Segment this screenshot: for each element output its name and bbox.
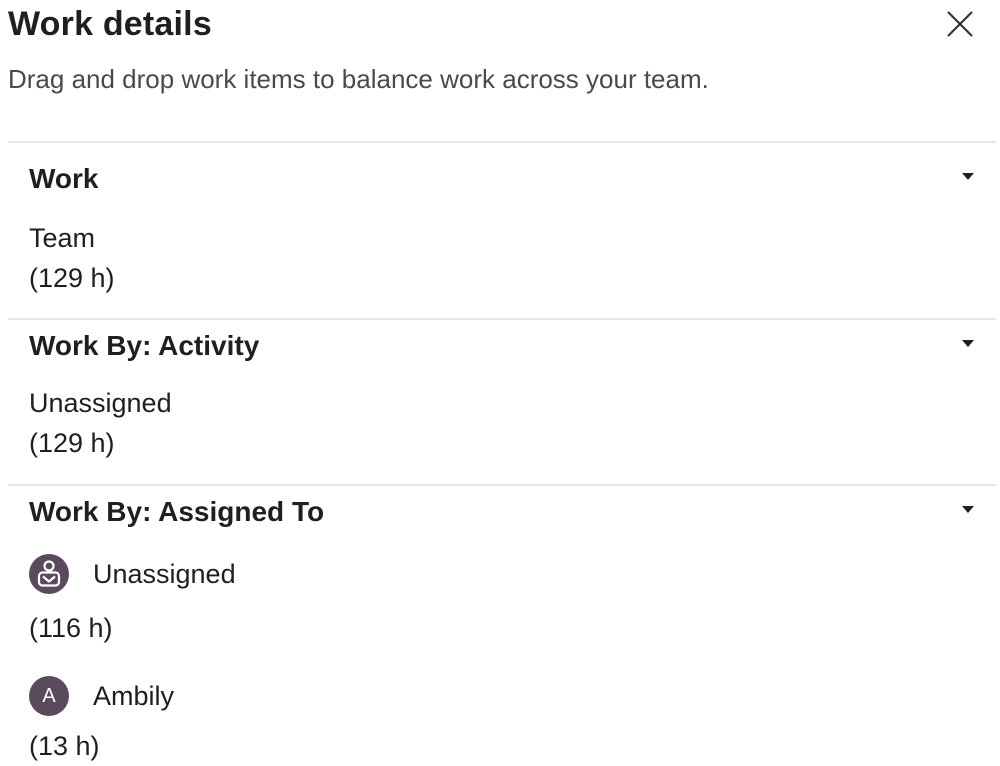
assignee-name: Ambily (93, 681, 175, 711)
section-divider (8, 318, 996, 320)
activity-item-hours: (129 h) (29, 428, 115, 458)
panel-title: Work details (8, 5, 212, 43)
section-header-activity[interactable]: Work By: Activity (8, 326, 988, 366)
section-divider (8, 484, 996, 486)
section-title: Work By: Activity (29, 330, 260, 361)
avatar-initial: A (42, 685, 56, 707)
unassigned-user-icon (29, 554, 69, 594)
caret-down-icon[interactable] (962, 173, 974, 180)
caret-down-icon[interactable] (962, 340, 974, 347)
section-header-work[interactable]: Work (8, 159, 988, 199)
work-item-hours: (129 h) (29, 263, 115, 293)
section-divider (8, 141, 996, 143)
close-icon (947, 11, 973, 37)
panel-description: Drag and drop work items to balance work… (8, 64, 709, 94)
assignee-name: Unassigned (93, 559, 236, 589)
close-button[interactable] (940, 4, 980, 40)
avatar: A (29, 676, 69, 716)
section-title: Work (29, 163, 99, 194)
activity-item-unassigned[interactable]: Unassigned (29, 384, 172, 422)
section-header-assigned-to[interactable]: Work By: Assigned To (8, 492, 988, 532)
assignee-hours: (116 h) (29, 613, 113, 643)
caret-down-icon[interactable] (962, 506, 974, 513)
section-title: Work By: Assigned To (29, 496, 325, 527)
assignee-hours: (13 h) (29, 731, 100, 761)
work-item-team[interactable]: Team (29, 219, 95, 257)
work-details-panel: Work details Drag and drop work items to… (0, 0, 1000, 766)
